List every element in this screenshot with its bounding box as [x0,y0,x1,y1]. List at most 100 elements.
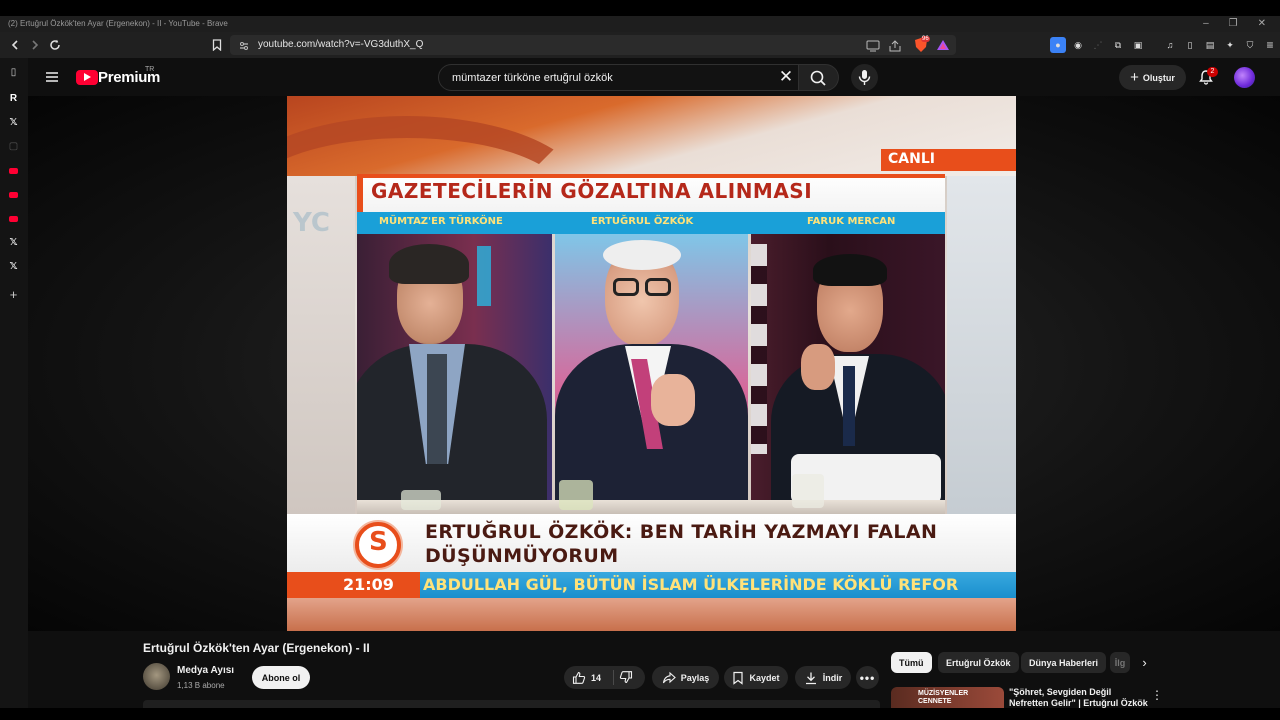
sidebar-lock-icon[interactable]: ▢ [5,138,22,155]
bookmark-icon [733,671,744,685]
reload-icon [50,39,60,50]
guest-panel-left [357,234,552,514]
cast-icon[interactable] [866,39,880,52]
extension-icon[interactable]: ⋰ [1090,37,1106,53]
restore-icon[interactable]: ❐ [1229,16,1238,32]
plus-icon: + [1130,69,1139,86]
search-icon [810,70,826,86]
extension-icon[interactable]: ● [1050,37,1066,53]
subscriber-count: 1,13 B abone [177,681,225,690]
guest-name: MÜMTAZ'ER TÜRKÖNE [379,216,503,227]
subscribe-button[interactable]: Abone ol [252,666,310,689]
bookmark-icon [212,39,222,51]
extension-icon[interactable]: ▣ [1130,37,1146,53]
recommended-thumbnail-text: MÜZİSYENLER CENNETE [918,690,969,705]
close-icon[interactable]: ✕ [776,67,796,87]
channel-avatar[interactable] [143,663,170,690]
download-button[interactable]: İndir [795,666,851,689]
sidebar-x-icon[interactable]: 𝕏 [5,258,22,275]
window-title: (2) Ertuğrul Özkök'ten Ayar (Ergenekon) … [0,16,1280,32]
like-divider [613,670,614,685]
more-vertical-icon[interactable]: ⋮ [1151,688,1163,702]
share-label: Paylaş [680,672,710,683]
forward-button[interactable] [24,32,46,58]
guest-name: FARUK MERCAN [807,216,896,227]
create-button[interactable]: + Oluştur [1119,65,1186,90]
thumbs-up-icon [572,671,586,684]
sidebar-x-icon[interactable]: 𝕏 [5,114,22,131]
site-settings-icon[interactable] [238,39,250,51]
save-button[interactable]: Kaydet [724,666,788,689]
media-control-icon[interactable]: ♫ [1162,37,1178,53]
extensions-puzzle-icon[interactable]: ⧉ [1110,37,1126,53]
more-horizontal-icon: ••• [859,670,876,685]
browser-menu-icon[interactable]: ≡ [1262,37,1278,53]
broadcast-clock: 21:09 [343,575,394,594]
guide-menu-button[interactable] [43,68,61,86]
forward-arrow-icon [32,40,39,50]
dislike-button[interactable] [619,670,637,685]
chevron-right-icon[interactable]: › [1136,654,1153,671]
sidebar-toggle-icon[interactable]: ▯ [1182,37,1198,53]
back-arrow-icon [11,40,18,50]
chip-all[interactable]: Tümü [891,652,932,673]
shields-count: 96 [921,36,930,42]
url-text[interactable]: youtube.com/watch?v=-VG3duthX_Q [258,36,423,54]
brave-rewards-icon[interactable] [935,37,951,53]
region-code: TR [145,66,155,73]
chip-related[interactable]: İlg [1110,652,1130,673]
reload-button[interactable] [44,32,66,58]
chip-ertugrul-ozkok[interactable]: Ertuğrul Özkök [938,652,1019,673]
sidebar-youtube-icon[interactable] [5,162,22,179]
microphone-icon [858,70,871,85]
guest-panel-right [751,234,945,514]
broadcast-headline: GAZETECİLERİN GÖZALTINA ALINMASI [371,179,813,203]
leo-ai-icon[interactable]: ✦ [1222,37,1238,53]
voice-search-button[interactable] [851,64,878,91]
lower-third-line2: DÜŞÜNMÜYORUM [425,545,619,567]
like-count: 14 [591,672,602,683]
window-controls: – ❐ ✕ [1203,16,1280,32]
news-ticker: ABDULLAH GÜL, BÜTÜN İSLAM ÜLKELERİNDE KÖ… [423,575,959,594]
download-label: İndir [822,672,843,683]
channel-name[interactable]: Medya Ayısı [177,665,234,676]
video-title: Ertuğrul Özkök'ten Ayar (Ergenekon) - II [143,641,370,655]
vpn-icon[interactable]: ⛉ [1242,37,1258,53]
account-avatar[interactable] [1234,67,1255,88]
sidebar-youtube-icon[interactable] [5,210,22,227]
sidebar-panel-icon[interactable]: ▯ [5,64,22,81]
video-frame[interactable]: YC CANLI GAZETECİLERİN GÖZALTINA ALINMAS… [287,96,1016,631]
wallet-icon[interactable]: ▤ [1202,37,1218,53]
notification-badge: 2 [1207,67,1218,77]
minimize-icon[interactable]: – [1203,16,1209,32]
guest-panel-center [555,234,748,514]
chip-dunya-haberleri[interactable]: Dünya Haberleri [1021,652,1107,673]
more-actions-button[interactable]: ••• [856,666,879,689]
create-label: Oluştur [1142,72,1175,83]
youtube-logo-play-icon [84,73,91,81]
bookmark-button[interactable] [206,32,228,58]
back-button[interactable] [4,32,26,58]
description-box[interactable] [143,700,880,708]
channel-logo-s: S [369,527,388,557]
share-button[interactable]: Paylaş [652,666,719,689]
sidebar-youtube-icon[interactable] [5,186,22,203]
thumbs-down-icon [619,671,633,684]
sidebar-add-icon[interactable]: + [5,286,22,303]
save-label: Kaydet [749,672,780,683]
close-window-icon[interactable]: ✕ [1258,16,1266,32]
download-icon [805,672,816,684]
browser-sidebar [0,58,28,708]
share-page-icon[interactable] [888,39,902,52]
search-input[interactable] [450,65,750,90]
like-button[interactable]: 14 [572,671,601,685]
sidebar-reader-icon[interactable]: R [5,90,22,107]
hamburger-icon [46,72,58,82]
extension-icon[interactable]: ◉ [1070,37,1086,53]
search-button[interactable] [799,64,839,91]
share-arrow-icon [662,671,676,683]
lower-third-line1: ERTUĞRUL ÖZKÖK: BEN TARİH YAZMAYI FALAN [425,521,938,543]
guest-name: ERTUĞRUL ÖZKÖK [591,216,694,227]
recommended-title[interactable]: "Şöhret, Sevgiden Değil Nefretten Gelir"… [1009,687,1149,708]
sidebar-x-icon[interactable]: 𝕏 [5,234,22,251]
